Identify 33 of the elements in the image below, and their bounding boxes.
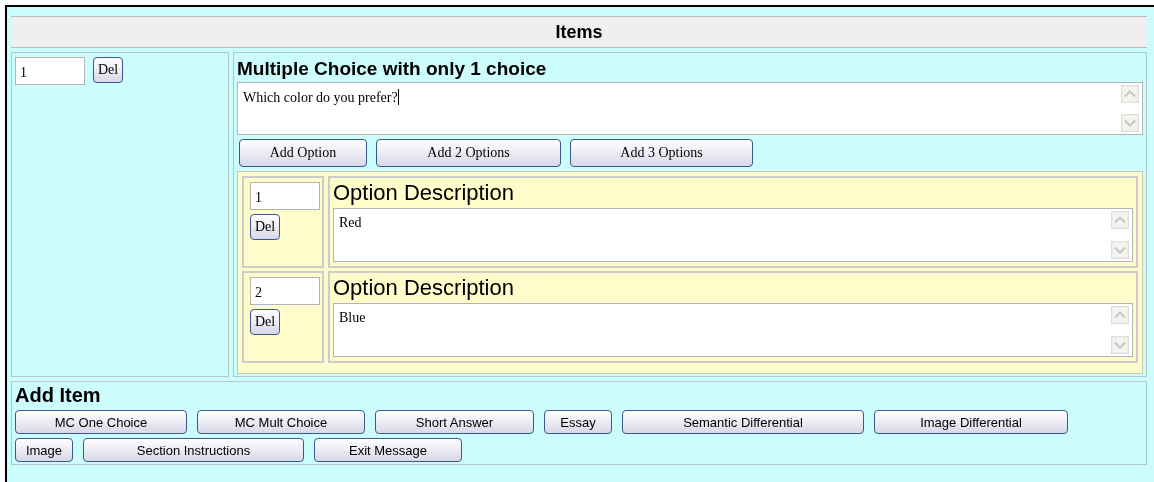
add-option-button[interactable]: Add 2 Options [376, 139, 561, 167]
scroll-down-icon[interactable] [1111, 336, 1129, 354]
add-item-button[interactable]: Essay [544, 410, 612, 434]
scroll-up-icon[interactable] [1111, 211, 1129, 229]
add-item-button[interactable]: MC One Choice [15, 410, 187, 434]
delete-button[interactable]: Del [250, 309, 281, 335]
add-item-button[interactable]: Short Answer [375, 410, 534, 434]
add-item-button[interactable]: Image Differential [874, 410, 1068, 434]
option-description-field[interactable]: Blue [333, 303, 1133, 357]
delete-button[interactable]: Del [250, 214, 281, 240]
delete-button[interactable]: Del [93, 57, 124, 83]
option-description-field[interactable]: Red [333, 208, 1133, 262]
add-option-button[interactable]: Add Option [239, 139, 367, 167]
option-label: Option Description [333, 179, 515, 207]
question-field[interactable]: Which color do you prefer? [237, 82, 1143, 135]
scroll-down-icon[interactable] [1111, 241, 1129, 259]
item-type-title: Multiple Choice with only 1 choice [237, 57, 548, 81]
scroll-up-icon[interactable] [1121, 85, 1139, 103]
add-item-title: Add Item [15, 384, 102, 408]
add-item-button[interactable]: Image [15, 438, 73, 462]
text-cursor [397, 89, 399, 105]
add-option-button[interactable]: Add 3 Options [570, 139, 753, 167]
add-item-button[interactable]: Section Instructions [83, 438, 304, 462]
item-number-field[interactable]: 1 [15, 57, 85, 85]
add-item-button[interactable]: MC Mult Choice [197, 410, 365, 434]
section-header: Items [11, 16, 1147, 48]
scroll-down-icon[interactable] [1121, 114, 1139, 132]
scroll-up-icon[interactable] [1111, 306, 1129, 324]
option-label: Option Description [333, 274, 515, 302]
option-number-field[interactable]: 2 [250, 277, 320, 305]
option-number-field[interactable]: 1 [250, 182, 320, 210]
add-item-button[interactable]: Semantic Differential [622, 410, 864, 434]
add-item-button[interactable]: Exit Message [314, 438, 462, 462]
